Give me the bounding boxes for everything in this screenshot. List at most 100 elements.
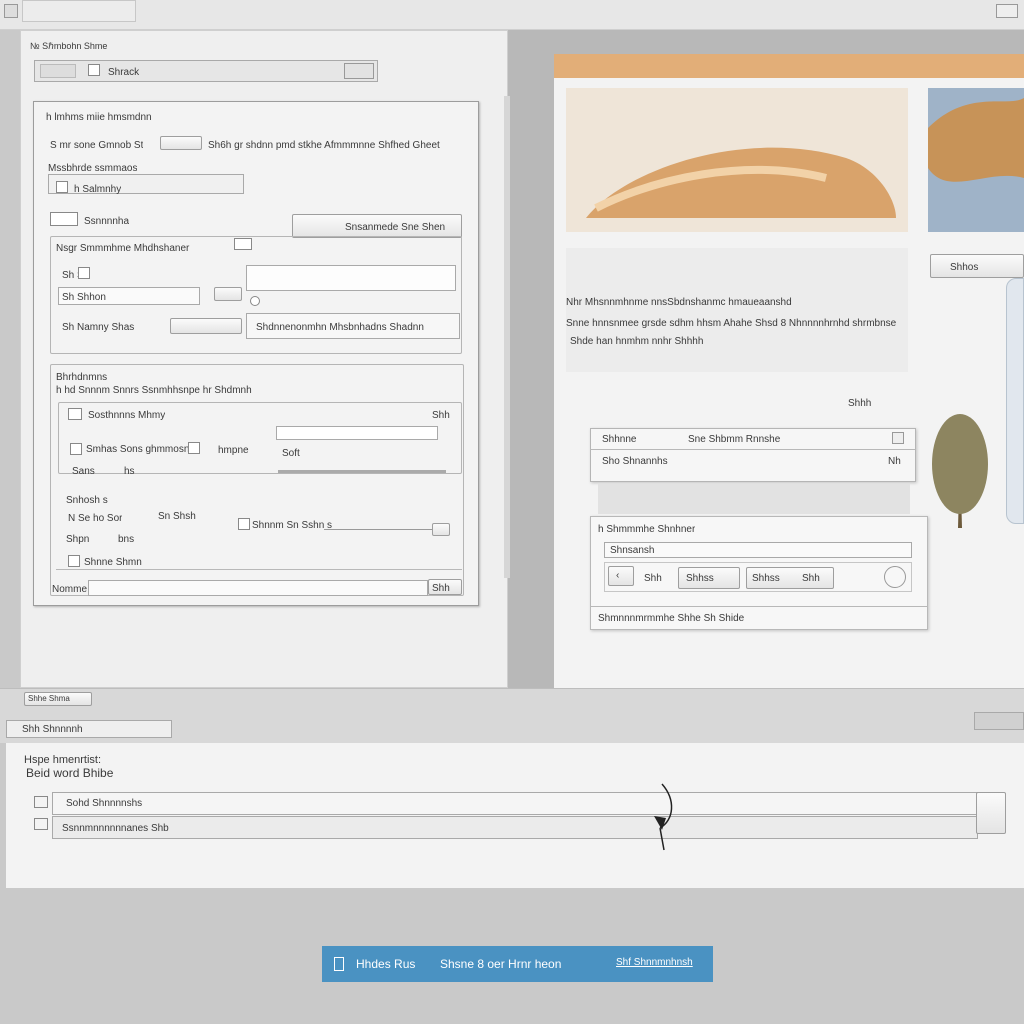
footer-field[interactable] [88, 580, 428, 596]
lbl-g-checkbox[interactable] [68, 555, 80, 567]
group-checkbox[interactable] [234, 238, 252, 250]
text-line2: Snne hnnsnmee grsde sdhm hhsm Ahahe Shsd… [566, 318, 897, 329]
lbl-a-right: Shh [432, 410, 450, 421]
lbl-c-slider-track[interactable] [278, 470, 446, 473]
accent-left[interactable]: Hhdes Rus [356, 958, 415, 971]
item1-checkbox[interactable] [78, 267, 90, 279]
bottom-subheading: Beid word Bhibe [26, 767, 114, 780]
lbl-a-checkbox[interactable] [68, 408, 82, 420]
lbl-d: Snhosh s [66, 495, 108, 506]
popup2-back-button[interactable] [608, 566, 634, 586]
popup1-row: Sho Shnannhs [602, 456, 668, 467]
window-buttons-icon[interactable] [996, 4, 1018, 18]
popup2-footer: Shmnnnmrmmhe Shhe Sh Shide [598, 613, 745, 624]
action-button-label: Snsanmede Sne Shen [345, 222, 446, 233]
address-bar[interactable] [34, 60, 378, 82]
lbl-e: N Se ho Sor [68, 513, 123, 524]
address-value: Shrack [108, 67, 140, 78]
popup1-divider [590, 449, 916, 450]
lbl-b-checkbox[interactable] [70, 443, 82, 455]
accent-center: Shsne 8 oer Hrnr heon [440, 958, 562, 971]
lbl-f: Shpn [66, 534, 90, 545]
tab-strip-right-field[interactable] [974, 712, 1024, 730]
list-row-1[interactable] [52, 792, 978, 815]
lbl-c-value: hs [124, 466, 135, 477]
lbl-e-slider-handle[interactable] [432, 523, 450, 536]
address-page-icon [88, 64, 100, 76]
mouse-cursor-icon-line [659, 783, 673, 851]
lbl-b-toggle[interactable] [188, 442, 200, 454]
row1-label: S mr sone Gmnob St [50, 140, 144, 151]
footer-button-label: Shh [432, 583, 450, 594]
lbl-b: Smhas Sons ghmmosn [86, 444, 190, 455]
tab1-label: Shhe Shma [28, 695, 70, 703]
left-header-label: № Sℏmbohn Shme [30, 42, 108, 51]
list-row-2[interactable] [52, 816, 978, 839]
menu-grid-icon[interactable] [4, 4, 18, 18]
lbl-c-tail: Soft [282, 448, 300, 459]
text-line3: Shde han hnmhm nnhr Shhhh [570, 336, 704, 347]
option1-label: h Salmnhy [74, 184, 122, 195]
item3-button[interactable] [170, 318, 242, 334]
accent-right[interactable]: Shf Shnnmnhnsh [616, 957, 693, 968]
address-left-icon[interactable] [40, 64, 76, 78]
popup2-btn3: Shhss [752, 573, 780, 584]
list-icon-2 [34, 818, 48, 830]
right-tab-label: Shhos [950, 262, 979, 273]
popup2-btn4[interactable]: Shh [802, 573, 820, 584]
lbl-e-slider-track[interactable] [324, 529, 434, 530]
tree-image-canopy [932, 414, 988, 514]
option2-label: Ssnnnnha [84, 216, 130, 227]
group-radio-icon[interactable] [250, 296, 260, 306]
item2-label: Sh Shhon [62, 292, 106, 303]
side-photo [928, 88, 1024, 232]
text-line1: Nhr Mhsnnmhnme nnsSbdnshanmc hmaueaanshd [566, 297, 792, 308]
item3-label: Sh Namny Shas [62, 322, 135, 333]
lbl-g: Shnne Shmn [84, 557, 142, 568]
text-right: Shhh [848, 398, 872, 409]
lbl-a: Sosthnnns Mhmy [88, 410, 166, 421]
right-scrollbar[interactable] [504, 96, 510, 578]
list-row-1-label: Sohd Shnnnnshs [66, 798, 143, 809]
popup2-field-value: Shnsansh [610, 545, 655, 556]
popup2-back-icon: ‹ [616, 570, 620, 581]
popup2-help-icon[interactable] [884, 566, 906, 588]
row1-right-text: Sh6h gr shdnn pmd stkhe Afmmmnne Shfhed … [208, 140, 440, 151]
sketch-strip [598, 484, 910, 514]
section1-label: Mssbhrde ssmmaos [48, 163, 138, 174]
frame-divider [56, 569, 462, 570]
option1-checkbox[interactable] [56, 181, 68, 193]
popup2-btn2: Shhss [686, 573, 714, 584]
lbl-c-field[interactable] [276, 426, 438, 440]
tree-image [932, 414, 988, 528]
top-toolbar [0, 0, 1024, 30]
popup2-label: h Shmmmhe Shnhner [598, 524, 696, 535]
lbl-e-mid: Sn Shsh [158, 511, 196, 522]
item3-right-text: Shdnnenonmhn Mhsbnhadns Shadnn [256, 322, 424, 333]
popup1-title-right: Sne Shbmm Rnnshe [688, 434, 781, 445]
item2-dropdown[interactable] [214, 287, 242, 301]
list-scroll-button[interactable] [976, 792, 1006, 834]
list-icon-1 [34, 796, 48, 808]
accent-left-icon [334, 957, 344, 971]
toolbar-field[interactable] [22, 0, 136, 22]
bread-photo [566, 88, 908, 232]
frame-title: Bhrhdnmns [56, 372, 108, 383]
footer-label: Nomme [52, 584, 88, 595]
popup1-title-left: Shhnne [602, 434, 637, 445]
lbl-c: Sans [72, 466, 95, 477]
popup2-btn1[interactable]: Shh [644, 573, 662, 584]
dialog-title: h lmhms miie hmsmdnn [46, 112, 152, 123]
photo-header-bar [554, 54, 1024, 78]
lbl-e-checkbox[interactable] [238, 518, 250, 530]
text-block [566, 248, 908, 372]
lbl-b-right: hmpne [218, 445, 249, 456]
lbl-f-mid: bns [118, 534, 135, 545]
side-card [1006, 278, 1024, 524]
option2-checkbox[interactable] [50, 212, 78, 226]
tab2-label: Shh Shnnnnh [22, 724, 83, 735]
address-go-icon[interactable] [344, 63, 374, 79]
group-main-field[interactable] [246, 265, 456, 291]
row1-small-button[interactable] [160, 136, 202, 150]
popup1-close-icon[interactable] [892, 432, 904, 444]
